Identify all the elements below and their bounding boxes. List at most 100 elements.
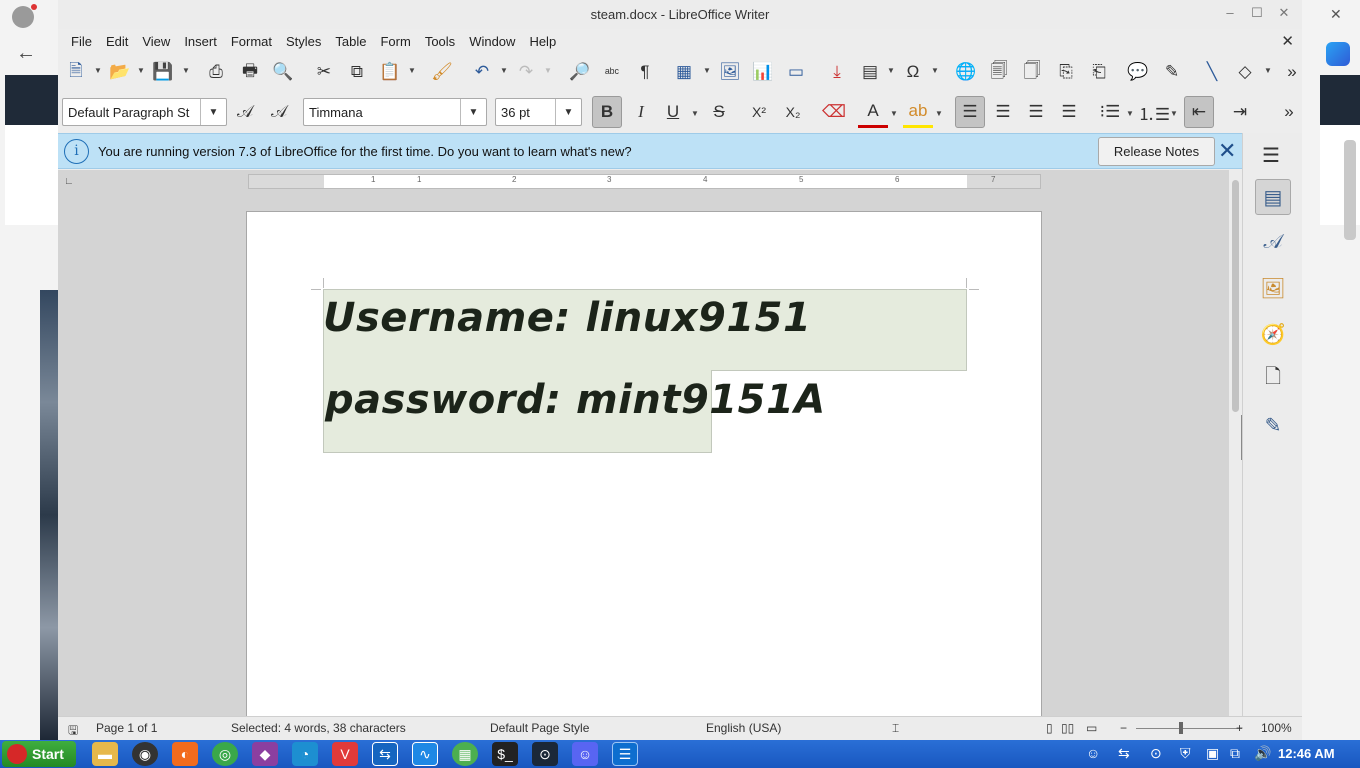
styles-icon[interactable]: 𝒜 <box>1255 224 1291 260</box>
export-pdf-icon[interactable]: ⎙ <box>204 60 228 84</box>
paste-dropdown-icon[interactable]: ▼ <box>408 66 416 75</box>
sidebar-menu-icon[interactable]: ☰ <box>1262 143 1280 168</box>
close-document-icon[interactable]: ✕ <box>1281 32 1294 50</box>
highlight-dropdown-icon[interactable]: ▼ <box>935 109 943 118</box>
page-count[interactable]: Page 1 of 1 <box>96 721 157 735</box>
field-dropdown-icon[interactable]: ▼ <box>887 66 895 75</box>
document-line-password[interactable]: password: mint9151A <box>325 377 826 423</box>
bold-button[interactable]: B <box>592 96 622 128</box>
new-dropdown-icon[interactable]: ▼ <box>94 66 102 75</box>
zoom-level[interactable]: 100% <box>1261 721 1292 735</box>
menu-help[interactable]: Help <box>522 34 563 49</box>
terminal-icon[interactable]: $_ <box>492 742 518 766</box>
insert-cross-reference-icon[interactable]: ⎗ <box>1087 60 1111 84</box>
font-name-select[interactable]: Timmana ▼ <box>303 98 487 126</box>
background-scrollbar[interactable] <box>1344 140 1356 240</box>
font-color-dropdown-icon[interactable]: ▼ <box>890 109 898 118</box>
maximize-icon[interactable]: ☐ <box>1247 5 1267 21</box>
ordered-list-dropdown-icon[interactable]: ▼ <box>1170 109 1178 118</box>
subscript-button[interactable]: X₂ <box>778 96 808 128</box>
unordered-list-dropdown-icon[interactable]: ▼ <box>1126 109 1134 118</box>
highlight-color-button[interactable]: ab <box>903 96 933 128</box>
save-dropdown-icon[interactable]: ▼ <box>182 66 190 75</box>
paste-icon[interactable]: 📋 <box>378 60 402 84</box>
zoom-slider-track[interactable] <box>1136 728 1242 729</box>
sidebar-collapse-handle[interactable] <box>1241 415 1242 460</box>
save-icon[interactable]: 💾 <box>151 60 175 84</box>
vivaldi-icon[interactable]: V <box>332 742 358 766</box>
update-style-icon[interactable]: 𝒜 <box>230 96 260 128</box>
navigator-icon[interactable]: 🧭 <box>1255 316 1291 352</box>
insert-comment-icon[interactable]: 💬 <box>1126 60 1150 84</box>
insert-line-icon[interactable]: ╲ <box>1200 60 1224 84</box>
steam-tray-icon[interactable]: ⊙ <box>1150 745 1162 762</box>
new-style-icon[interactable]: 𝒜 <box>264 96 294 128</box>
insert-chart-icon[interactable]: 📊 <box>751 60 775 84</box>
open-dropdown-icon[interactable]: ▼ <box>137 66 145 75</box>
menu-tools[interactable]: Tools <box>418 34 462 49</box>
clear-formatting-icon[interactable]: ⌫ <box>819 96 849 128</box>
page-style-status[interactable]: Default Page Style <box>490 721 589 735</box>
language-status[interactable]: English (USA) <box>706 721 781 735</box>
book-view-icon[interactable]: ▭ <box>1086 721 1097 735</box>
page-icon[interactable]: 🗋 <box>1255 361 1291 397</box>
menu-styles[interactable]: Styles <box>279 34 328 49</box>
network-icon[interactable]: ⧉ <box>1230 745 1240 762</box>
basic-shapes-icon[interactable]: ◇ <box>1233 60 1257 84</box>
menu-window[interactable]: Window <box>462 34 522 49</box>
menu-form[interactable]: Form <box>373 34 417 49</box>
menu-view[interactable]: View <box>135 34 177 49</box>
find-replace-icon[interactable]: 🔎 <box>568 60 592 84</box>
spreadsheet-icon[interactable]: ▦ <box>452 742 478 766</box>
tab-stop-selector[interactable]: ∟ <box>64 176 74 187</box>
volume-icon[interactable]: 🔊 <box>1254 745 1271 762</box>
table-dropdown-icon[interactable]: ▼ <box>703 66 711 75</box>
font-size-select[interactable]: 36 pt ▼ <box>495 98 582 126</box>
edge-dev-icon[interactable]: ◔ <box>292 742 318 766</box>
menu-format[interactable]: Format <box>224 34 279 49</box>
insert-footnote-icon[interactable]: 🗐 <box>987 60 1011 84</box>
insert-image-icon[interactable]: 🖼 <box>718 60 742 84</box>
decrease-indent-button[interactable]: ⇤ <box>1184 96 1214 128</box>
vertical-scrollbar[interactable] <box>1229 170 1242 716</box>
print-preview-icon[interactable]: 🔍 <box>271 60 295 84</box>
clipboard-icon[interactable]: ▣ <box>1206 745 1219 762</box>
insert-bookmark-icon[interactable]: ⎘ <box>1054 60 1078 84</box>
open-folder-icon[interactable]: 📂 <box>108 60 132 84</box>
insert-field-icon[interactable]: ▤ <box>858 60 882 84</box>
ordered-list-button[interactable]: ⒈☰ <box>1138 96 1170 128</box>
zoom-out-icon[interactable]: − <box>1120 721 1127 735</box>
align-left-button[interactable]: ☰ <box>955 96 985 128</box>
remote-desktop-icon[interactable]: ⇆ <box>372 742 398 766</box>
toolbar-overflow-icon[interactable]: » <box>1280 60 1304 84</box>
file-manager-icon[interactable]: ▬ <box>92 742 118 766</box>
zoom-slider-thumb[interactable] <box>1179 722 1183 734</box>
underline-button[interactable]: U <box>658 96 688 128</box>
align-right-button[interactable]: ☰ <box>1021 96 1051 128</box>
chevron-down-icon[interactable]: ▼ <box>460 99 486 125</box>
redo-dropdown-icon[interactable]: ▼ <box>544 66 552 75</box>
system-monitor-icon[interactable]: ∿ <box>412 742 438 766</box>
special-character-icon[interactable]: Ω <box>901 60 925 84</box>
brave-icon[interactable]: ◆ <box>252 742 278 766</box>
undo-dropdown-icon[interactable]: ▼ <box>500 66 508 75</box>
unordered-list-button[interactable]: ⁝☰ <box>1095 96 1125 128</box>
browser-close-icon[interactable]: ✕ <box>1330 6 1342 23</box>
document-page[interactable]: Username: linux9151 password: mint9151A <box>246 211 1042 716</box>
menu-insert[interactable]: Insert <box>177 34 224 49</box>
special-char-dropdown-icon[interactable]: ▼ <box>931 66 939 75</box>
writer-taskbar-icon[interactable]: ☰ <box>612 742 638 766</box>
release-notes-button[interactable]: Release Notes <box>1098 137 1215 166</box>
gallery-icon[interactable]: 🖼 <box>1255 270 1291 306</box>
window-close-icon[interactable]: ✕ <box>1274 5 1294 21</box>
formatting-marks-icon[interactable]: ¶ <box>633 60 657 84</box>
print-icon[interactable]: 🖶 <box>238 60 262 84</box>
track-changes-icon[interactable]: ✎ <box>1160 60 1184 84</box>
chevron-down-icon[interactable]: ▼ <box>200 99 226 125</box>
clone-formatting-icon[interactable]: 🖌 <box>430 60 454 84</box>
shapes-dropdown-icon[interactable]: ▼ <box>1264 66 1272 75</box>
insert-hyperlink-icon[interactable]: 🌐 <box>954 60 978 84</box>
justify-button[interactable]: ☰ <box>1054 96 1084 128</box>
firefox-icon[interactable]: ◐ <box>172 742 198 766</box>
discord-icon[interactable]: ☺ <box>572 742 598 766</box>
